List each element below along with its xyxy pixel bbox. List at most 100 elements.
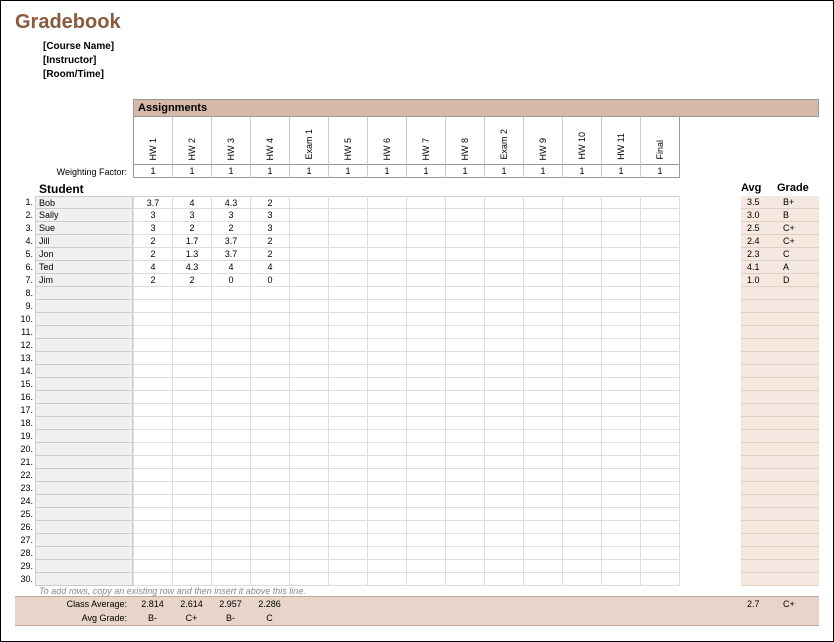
score-cell[interactable] bbox=[329, 365, 368, 378]
score-cell[interactable] bbox=[173, 404, 212, 417]
score-cell[interactable] bbox=[251, 391, 290, 404]
score-cell[interactable] bbox=[329, 469, 368, 482]
score-cell[interactable] bbox=[563, 404, 602, 417]
score-cell[interactable] bbox=[290, 326, 329, 339]
score-cell[interactable] bbox=[563, 352, 602, 365]
score-cell[interactable] bbox=[329, 534, 368, 547]
score-cell[interactable] bbox=[524, 313, 563, 326]
score-cell[interactable]: 3.7 bbox=[212, 248, 251, 261]
score-cell[interactable]: 2 bbox=[173, 274, 212, 287]
score-cell[interactable] bbox=[212, 482, 251, 495]
score-cell[interactable] bbox=[524, 404, 563, 417]
score-cell[interactable] bbox=[290, 248, 329, 261]
score-cell[interactable] bbox=[602, 573, 641, 586]
weight-cell[interactable]: 1 bbox=[446, 165, 485, 178]
score-cell[interactable] bbox=[563, 274, 602, 287]
weight-cell[interactable]: 1 bbox=[212, 165, 251, 178]
score-cell[interactable] bbox=[173, 378, 212, 391]
score-cell[interactable] bbox=[563, 248, 602, 261]
score-cell[interactable] bbox=[251, 573, 290, 586]
score-cell[interactable] bbox=[524, 339, 563, 352]
score-cell[interactable] bbox=[641, 326, 680, 339]
weight-cell[interactable]: 1 bbox=[368, 165, 407, 178]
score-cell[interactable] bbox=[641, 547, 680, 560]
score-cell[interactable] bbox=[641, 222, 680, 235]
score-cell[interactable] bbox=[485, 443, 524, 456]
score-cell[interactable] bbox=[641, 521, 680, 534]
score-cell[interactable] bbox=[563, 534, 602, 547]
score-cell[interactable] bbox=[251, 547, 290, 560]
score-cell[interactable] bbox=[290, 443, 329, 456]
score-cell[interactable] bbox=[134, 287, 173, 300]
score-cell[interactable] bbox=[407, 482, 446, 495]
score-cell[interactable] bbox=[290, 469, 329, 482]
score-cell[interactable] bbox=[329, 443, 368, 456]
score-cell[interactable] bbox=[407, 274, 446, 287]
score-cell[interactable] bbox=[563, 573, 602, 586]
score-cell[interactable] bbox=[563, 287, 602, 300]
score-cell[interactable] bbox=[485, 573, 524, 586]
student-name-cell[interactable] bbox=[35, 417, 133, 430]
score-cell[interactable] bbox=[329, 482, 368, 495]
score-cell[interactable] bbox=[524, 326, 563, 339]
assignment-col[interactable]: HW 3 bbox=[212, 117, 251, 165]
score-cell[interactable] bbox=[134, 456, 173, 469]
score-cell[interactable] bbox=[329, 352, 368, 365]
score-cell[interactable] bbox=[290, 482, 329, 495]
student-name-cell[interactable] bbox=[35, 313, 133, 326]
student-name-cell[interactable] bbox=[35, 534, 133, 547]
score-cell[interactable]: 2 bbox=[212, 222, 251, 235]
score-cell[interactable]: 4 bbox=[173, 196, 212, 209]
score-cell[interactable] bbox=[485, 508, 524, 521]
score-cell[interactable] bbox=[368, 326, 407, 339]
score-cell[interactable] bbox=[407, 339, 446, 352]
score-cell[interactable] bbox=[368, 196, 407, 209]
score-cell[interactable] bbox=[485, 339, 524, 352]
score-cell[interactable] bbox=[563, 482, 602, 495]
score-cell[interactable] bbox=[524, 209, 563, 222]
score-cell[interactable]: 0 bbox=[251, 274, 290, 287]
score-cell[interactable] bbox=[134, 573, 173, 586]
score-cell[interactable] bbox=[446, 300, 485, 313]
score-cell[interactable] bbox=[368, 235, 407, 248]
score-cell[interactable] bbox=[290, 339, 329, 352]
score-cell[interactable] bbox=[407, 248, 446, 261]
score-cell[interactable]: 3 bbox=[134, 222, 173, 235]
score-cell[interactable] bbox=[485, 560, 524, 573]
student-name-cell[interactable] bbox=[35, 521, 133, 534]
score-cell[interactable] bbox=[368, 248, 407, 261]
score-cell[interactable] bbox=[290, 495, 329, 508]
assignment-col[interactable]: HW 7 bbox=[407, 117, 446, 165]
score-cell[interactable] bbox=[368, 352, 407, 365]
score-cell[interactable] bbox=[290, 560, 329, 573]
score-cell[interactable] bbox=[602, 443, 641, 456]
score-cell[interactable] bbox=[485, 313, 524, 326]
score-cell[interactable] bbox=[524, 196, 563, 209]
score-cell[interactable] bbox=[602, 365, 641, 378]
score-cell[interactable] bbox=[563, 521, 602, 534]
score-cell[interactable] bbox=[251, 300, 290, 313]
score-cell[interactable] bbox=[368, 521, 407, 534]
score-cell[interactable]: 1.7 bbox=[173, 235, 212, 248]
score-cell[interactable] bbox=[329, 313, 368, 326]
weight-cell[interactable]: 1 bbox=[485, 165, 524, 178]
score-cell[interactable] bbox=[368, 560, 407, 573]
score-cell[interactable] bbox=[446, 274, 485, 287]
score-cell[interactable] bbox=[446, 495, 485, 508]
score-cell[interactable] bbox=[446, 222, 485, 235]
score-cell[interactable] bbox=[290, 313, 329, 326]
score-cell[interactable] bbox=[290, 521, 329, 534]
assignment-col[interactable]: HW 11 bbox=[602, 117, 641, 165]
score-cell[interactable] bbox=[485, 495, 524, 508]
score-cell[interactable] bbox=[368, 313, 407, 326]
score-cell[interactable] bbox=[524, 573, 563, 586]
score-cell[interactable] bbox=[446, 430, 485, 443]
score-cell[interactable] bbox=[563, 326, 602, 339]
score-cell[interactable] bbox=[446, 482, 485, 495]
score-cell[interactable] bbox=[290, 222, 329, 235]
instructor[interactable]: [Instructor] bbox=[43, 54, 819, 67]
student-name-cell[interactable]: Jon bbox=[35, 248, 133, 261]
score-cell[interactable] bbox=[212, 508, 251, 521]
score-cell[interactable] bbox=[251, 560, 290, 573]
score-cell[interactable] bbox=[563, 300, 602, 313]
